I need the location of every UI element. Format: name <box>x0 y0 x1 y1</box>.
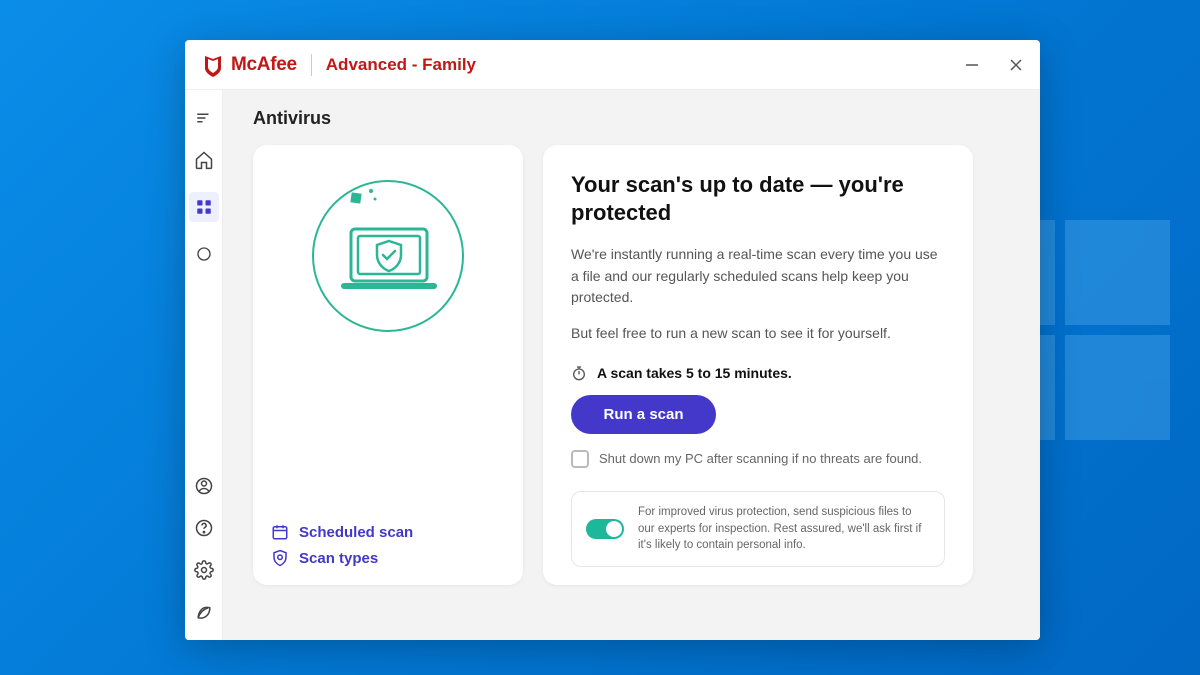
sidebar <box>185 90 223 640</box>
subscription-label: Advanced - Family <box>326 55 476 75</box>
divider <box>311 54 312 76</box>
scheduled-scan-label: Scheduled scan <box>299 524 413 541</box>
apps-icon[interactable] <box>189 192 219 222</box>
account-icon[interactable] <box>194 476 214 496</box>
home-icon[interactable] <box>194 150 214 170</box>
window-controls <box>964 57 1024 73</box>
status-desc-1: We're instantly running a real-time scan… <box>571 244 945 309</box>
settings-icon[interactable] <box>194 560 214 580</box>
shutdown-checkbox[interactable] <box>571 450 589 468</box>
scan-types-label: Scan types <box>299 550 378 567</box>
menu-icon[interactable] <box>194 108 214 128</box>
stopwatch-icon <box>571 365 587 381</box>
send-files-toggle[interactable] <box>586 519 624 539</box>
shutdown-option: Shut down my PC after scanning if no thr… <box>571 450 945 468</box>
leaf-icon[interactable] <box>194 602 214 622</box>
page-title: Antivirus <box>253 108 1010 129</box>
close-button[interactable] <box>1008 57 1024 73</box>
calendar-icon <box>271 523 289 541</box>
send-files-panel: For improved virus protection, send susp… <box>571 491 945 567</box>
brand: McAfee <box>201 53 297 77</box>
minimize-button[interactable] <box>964 57 980 73</box>
shutdown-label: Shut down my PC after scanning if no thr… <box>599 451 922 466</box>
app-window: McAfee Advanced - Family <box>185 40 1040 640</box>
card-row: Scheduled scan Scan types Your scan's up… <box>253 145 1010 585</box>
status-desc-2: But feel free to run a new scan to see i… <box>571 323 945 345</box>
main-content: Antivirus <box>223 90 1040 640</box>
circle-icon[interactable] <box>194 244 214 264</box>
shield-gear-icon <box>271 549 289 567</box>
scan-illustration-card: Scheduled scan Scan types <box>253 145 523 585</box>
left-links: Scheduled scan Scan types <box>271 523 505 567</box>
mcafee-shield-icon <box>201 53 225 77</box>
scheduled-scan-link[interactable]: Scheduled scan <box>271 523 505 541</box>
run-scan-button[interactable]: Run a scan <box>571 395 716 434</box>
brand-name: McAfee <box>231 54 297 76</box>
scan-duration-text: A scan takes 5 to 15 minutes. <box>597 365 792 381</box>
titlebar: McAfee Advanced - Family <box>185 40 1040 90</box>
scan-types-link[interactable]: Scan types <box>271 549 505 567</box>
help-icon[interactable] <box>194 518 214 538</box>
send-files-label: For improved virus protection, send susp… <box>638 504 930 554</box>
scan-status-card: Your scan's up to date — you're protecte… <box>543 145 973 585</box>
laptop-shield-illustration <box>271 171 505 341</box>
app-body: Antivirus <box>185 90 1040 640</box>
status-headline: Your scan's up to date — you're protecte… <box>571 171 945 226</box>
scan-duration-row: A scan takes 5 to 15 minutes. <box>571 365 945 381</box>
